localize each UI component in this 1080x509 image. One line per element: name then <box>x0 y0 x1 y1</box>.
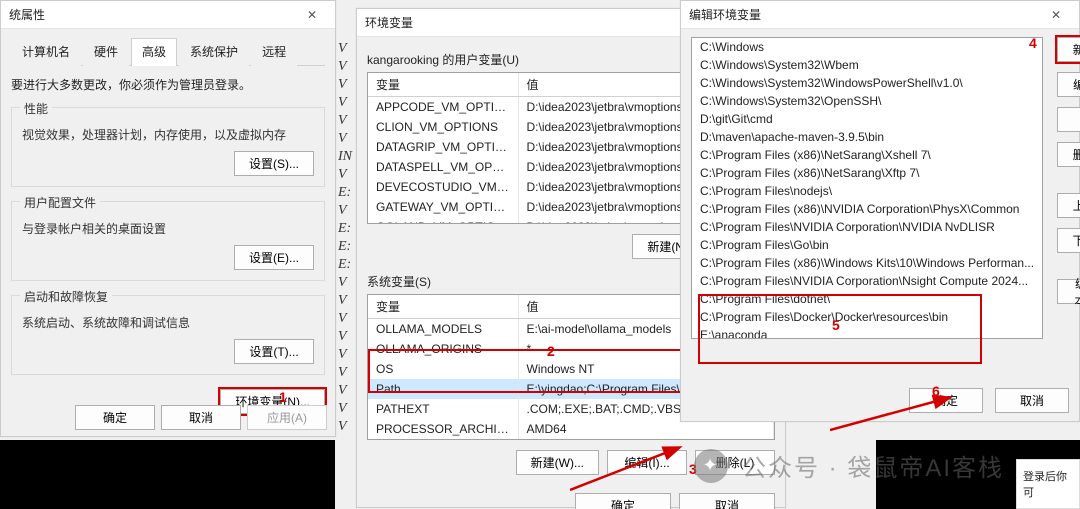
annotation-1: 1 <box>279 389 287 405</box>
group-desc-startup: 系统启动、系统故障和调试信息 <box>22 314 314 331</box>
edit-moveup-button[interactable]: 上移(U) <box>1057 193 1080 218</box>
list-item[interactable]: C:\Program Files\Docker\Docker\resources… <box>692 308 1042 326</box>
list-item[interactable]: C:\Program Files\dotnet\ <box>692 290 1042 308</box>
system-properties-title: 统属性 <box>9 6 45 23</box>
sys-cancel-button[interactable]: 取消 <box>161 405 241 430</box>
edit-cancel-button[interactable]: 取消 <box>995 388 1069 413</box>
list-item[interactable]: C:\Program Files\nodejs\ <box>692 182 1042 200</box>
list-item[interactable]: C:\Program Files (x86)\Windows Kits\10\W… <box>692 254 1042 272</box>
close-icon[interactable]: ✕ <box>1041 5 1071 25</box>
list-item[interactable]: C:\Windows <box>692 38 1042 56</box>
tab-advanced[interactable]: 高级 <box>131 38 177 66</box>
list-item[interactable]: D:\maven\apache-maven-3.9.5\bin <box>692 128 1042 146</box>
env-vars-title: 环境变量 <box>365 14 413 31</box>
group-title-userprofile: 用户配置文件 <box>20 194 100 211</box>
performance-settings-button[interactable]: 设置(S)... <box>234 151 314 176</box>
group-desc-performance: 视觉效果，处理器计划，内存使用，以及虚拟内存 <box>22 126 314 143</box>
annotation-4: 4 <box>1029 35 1037 51</box>
background-text: VVVVVVINVE:VE:E:E:VVVVVVVVV <box>338 40 358 440</box>
edit-ok-button[interactable]: 确定 <box>909 388 983 413</box>
edit-movedown-button[interactable]: 下移(O) <box>1057 228 1080 253</box>
group-title-performance: 性能 <box>20 100 52 117</box>
group-title-startup: 启动和故障恢复 <box>20 288 112 305</box>
tab-hardware[interactable]: 硬件 <box>83 38 129 66</box>
edit-env-titlebar: 编辑环境变量 ✕ <box>681 1 1079 29</box>
tab-computer-name[interactable]: 计算机名 <box>11 38 81 66</box>
close-icon[interactable]: ✕ <box>297 5 327 25</box>
annotation-5: 5 <box>832 317 840 333</box>
list-item[interactable]: E:\anaconda <box>692 326 1042 339</box>
wechat-icon: ✦ <box>694 449 728 483</box>
group-desc-userprofile: 与登录帐户相关的桌面设置 <box>22 220 314 237</box>
list-item[interactable]: D:\git\Git\cmd <box>692 110 1042 128</box>
user-col-var[interactable]: 变量 <box>368 73 518 97</box>
list-item[interactable]: C:\Program Files\NVIDIA Corporation\NVID… <box>692 218 1042 236</box>
list-item[interactable]: C:\Windows\System32\WindowsPowerShell\v1… <box>692 74 1042 92</box>
list-item[interactable]: C:\Program Files\NVIDIA Corporation\Nsig… <box>692 272 1042 290</box>
path-list[interactable]: C:\WindowsC:\Windows\System32\WbemC:\Win… <box>691 37 1043 339</box>
env-ok-button[interactable]: 确定 <box>575 493 671 509</box>
env-cancel-button[interactable]: 取消 <box>679 493 775 509</box>
sys-col-var[interactable]: 变量 <box>368 295 518 319</box>
table-row[interactable]: PROCESSOR_IDENTIFIERAMD64 Family 25 Mode… <box>368 439 774 440</box>
admin-hint: 要进行大多数更改，你必须作为管理员登录。 <box>11 76 325 93</box>
edit-browse-button[interactable]: 浏览(B)... <box>1057 107 1080 132</box>
annotation-2: 2 <box>547 343 555 359</box>
sys-apply-button: 应用(A) <box>247 405 327 430</box>
edit-new-button[interactable]: 新建(N) <box>1057 37 1080 62</box>
list-item[interactable]: C:\Windows\System32\OpenSSH\ <box>692 92 1042 110</box>
system-properties-tabs: 计算机名 硬件 高级 系统保护 远程 <box>11 37 325 66</box>
userprofile-settings-button[interactable]: 设置(E)... <box>234 245 314 270</box>
list-item[interactable]: C:\Windows\System32\Wbem <box>692 56 1042 74</box>
edit-delete-button[interactable]: 删除(D) <box>1057 142 1080 167</box>
edit-env-title: 编辑环境变量 <box>689 6 761 23</box>
list-item[interactable]: C:\Program Files (x86)\NetSarang\Xftp 7\ <box>692 164 1042 182</box>
edit-edit-button[interactable]: 编辑(E) <box>1057 72 1080 97</box>
table-row[interactable]: PROCESSOR_ARCHITECT...AMD64 <box>368 419 774 439</box>
tab-system-protection[interactable]: 系统保护 <box>179 38 249 66</box>
annotation-6: 6 <box>932 383 940 399</box>
sys-ok-button[interactable]: 确定 <box>75 405 155 430</box>
tab-remote[interactable]: 远程 <box>251 38 297 66</box>
list-item[interactable]: C:\Program Files (x86)\NVIDIA Corporatio… <box>692 200 1042 218</box>
startup-settings-button[interactable]: 设置(T)... <box>234 339 314 364</box>
list-item[interactable]: C:\Program Files (x86)\NetSarang\Xshell … <box>692 146 1042 164</box>
watermark: ✦ 公众号 · 袋鼠帝AI客栈 <box>694 448 1004 483</box>
sys-edit-button[interactable]: 编辑(I)... <box>607 450 687 475</box>
edit-edittext-button[interactable]: 编辑文本(T)... <box>1057 279 1080 304</box>
sys-new-button[interactable]: 新建(W)... <box>516 450 599 475</box>
system-properties-titlebar: 统属性 ✕ <box>1 1 335 29</box>
list-item[interactable]: C:\Program Files\Go\bin <box>692 236 1042 254</box>
login-popup-fragment: 登录后你可 <box>1016 459 1080 509</box>
